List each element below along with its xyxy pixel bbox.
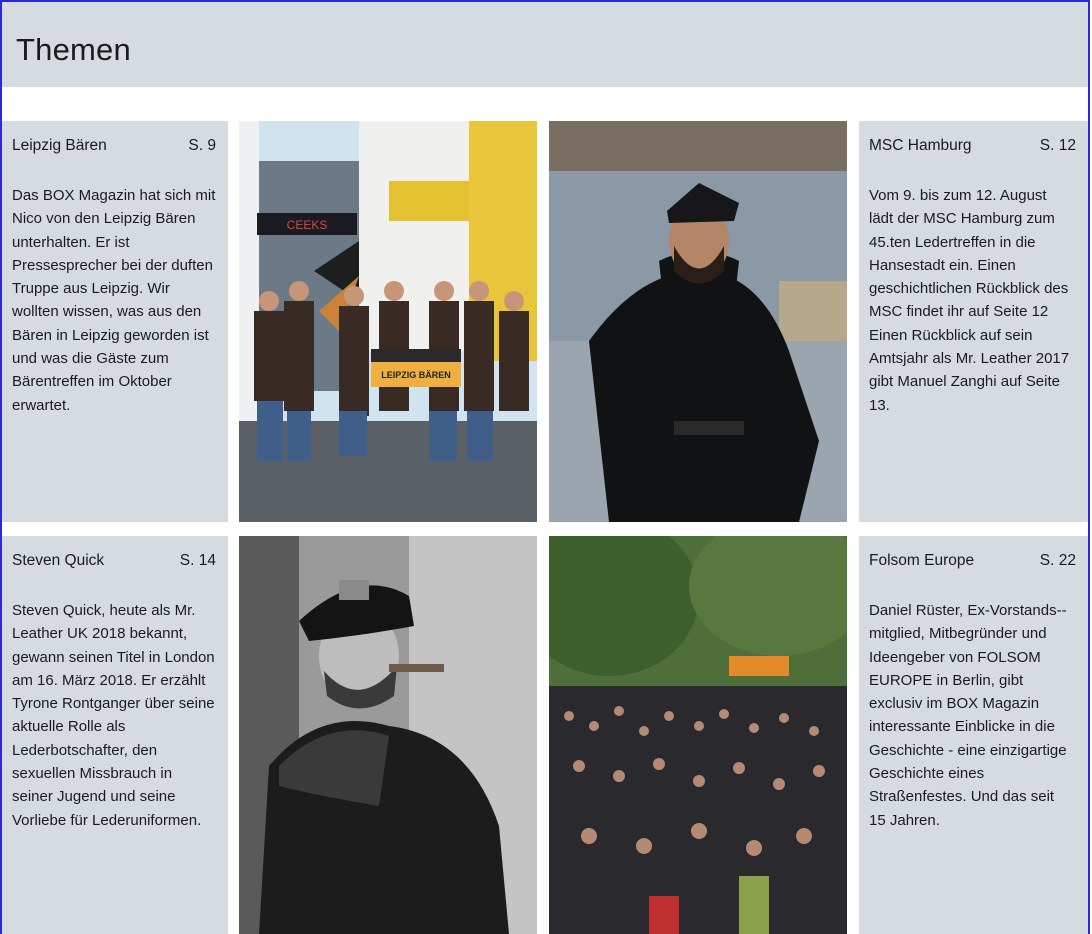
- article-panel-leipzig[interactable]: Leipzig Bären S. 9 Das BOX Magazin hat s…: [2, 121, 228, 522]
- article-teaser: Steven Quick, heute als Mr. Leather UK 2…: [12, 602, 215, 829]
- folsom-crowd-photo[interactable]: [549, 536, 847, 934]
- article-panel-steven-quick[interactable]: Steven Quick S. 14 Steven Quick, heute a…: [2, 536, 228, 934]
- article-teaser: Daniel Rüster, Ex-Vorstands--mitglied, M…: [869, 602, 1067, 829]
- article-teaser: Das BOX Magazin hat sich mit Nico von de…: [12, 187, 216, 414]
- article-heading: Folsom Europe S. 22: [869, 552, 1088, 570]
- steven-quick-photo[interactable]: [239, 536, 537, 934]
- leipzig-group-photo[interactable]: CEEKS LEIPZIG BÄREN: [239, 121, 537, 522]
- ceeks-sign-text: CEEKS: [287, 218, 328, 232]
- article-title: MSC Hamburg: [869, 137, 972, 154]
- article-title: Steven Quick: [12, 552, 105, 569]
- article-heading: Leipzig Bären S. 9: [12, 137, 228, 155]
- article-panel-folsom-europe[interactable]: Folsom Europe S. 22 Daniel Rüster, Ex-Vo…: [859, 536, 1088, 934]
- article-heading: MSC Hamburg S. 12: [869, 137, 1088, 155]
- article-page: S. 12: [1039, 137, 1076, 154]
- article-title: Leipzig Bären: [12, 137, 107, 154]
- article-page: S. 22: [1039, 552, 1076, 569]
- page-title: Themen: [16, 32, 131, 67]
- article-page: S. 9: [188, 137, 216, 154]
- article-teaser: Vom 9. bis zum 12. August lädt der MSC H…: [869, 187, 1070, 414]
- section-header: Themen: [2, 2, 1088, 87]
- article-panel-msc-hamburg[interactable]: MSC Hamburg S. 12 Vom 9. bis zum 12. Aug…: [859, 121, 1088, 522]
- banner-text: LEIPZIG BÄREN: [381, 370, 451, 380]
- article-heading: Steven Quick S. 14: [12, 552, 228, 570]
- msc-hamburg-photo[interactable]: [549, 121, 847, 522]
- article-title: Folsom Europe: [869, 552, 975, 569]
- article-page: S. 14: [179, 552, 216, 569]
